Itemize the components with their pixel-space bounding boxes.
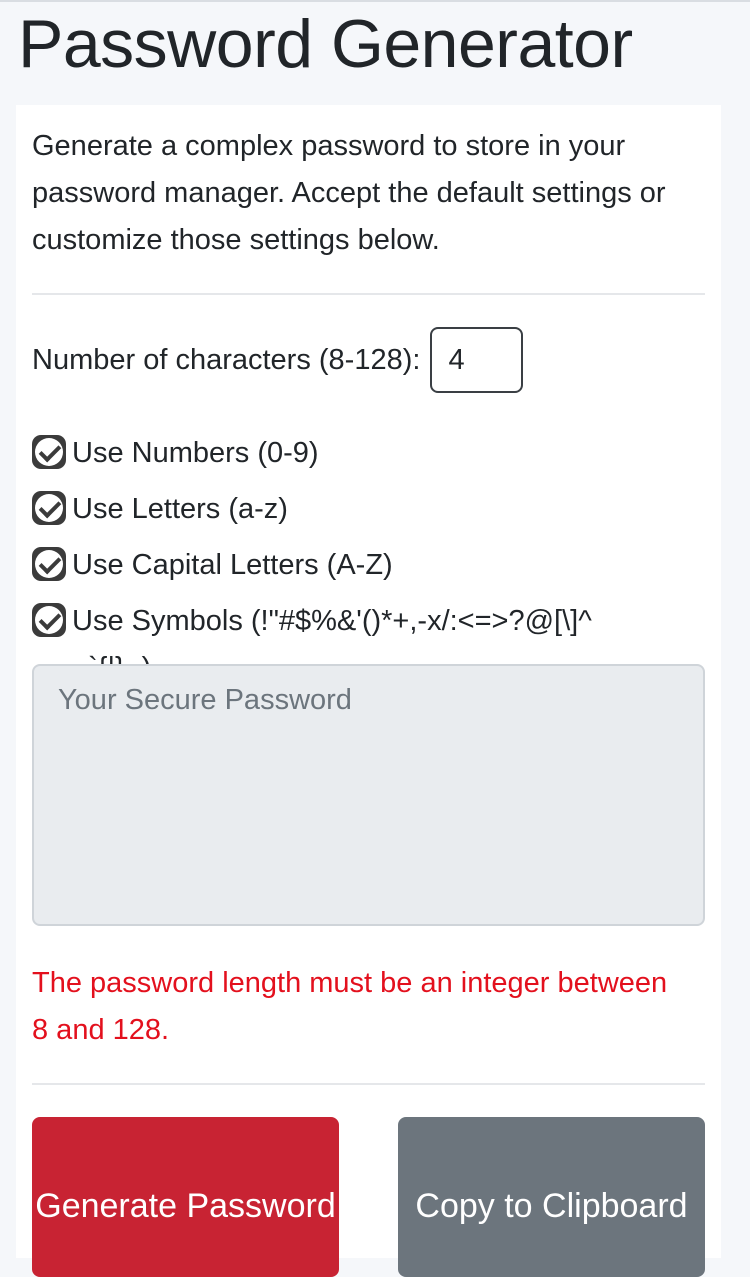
checkbox-checked-icon[interactable] bbox=[32, 491, 66, 525]
password-output[interactable] bbox=[32, 664, 705, 926]
copy-to-clipboard-button[interactable]: Copy to Clipboard bbox=[398, 1117, 705, 1277]
option-capitals-label: Use Capital Letters (A-Z) bbox=[72, 549, 393, 581]
generator-card: Generate a complex password to store in … bbox=[16, 105, 721, 1277]
option-letters-label: Use Letters (a-z) bbox=[72, 493, 288, 525]
length-row: Number of characters (8-128): bbox=[32, 327, 524, 393]
options-list: Use Numbers (0-9) Use Letters (a-z) Use … bbox=[32, 430, 712, 701]
intro-text: Generate a complex password to store in … bbox=[32, 130, 666, 256]
option-capitals[interactable]: Use Capital Letters (A-Z) bbox=[32, 542, 712, 589]
checkbox-checked-icon[interactable] bbox=[32, 603, 66, 637]
option-numbers[interactable]: Use Numbers (0-9) bbox=[32, 430, 712, 477]
length-input[interactable] bbox=[430, 327, 524, 393]
length-label: Number of characters (8-128): bbox=[32, 343, 421, 376]
top-rule bbox=[0, 0, 750, 2]
divider-top bbox=[32, 293, 705, 295]
page-title: Password Generator bbox=[18, 6, 633, 82]
checkbox-checked-icon[interactable] bbox=[32, 435, 66, 469]
divider-bottom bbox=[32, 1083, 705, 1085]
error-message: The password length must be an integer b… bbox=[32, 967, 668, 1046]
option-letters[interactable]: Use Letters (a-z) bbox=[32, 486, 712, 533]
checkbox-checked-icon[interactable] bbox=[32, 547, 66, 581]
option-numbers-label: Use Numbers (0-9) bbox=[72, 437, 319, 469]
generate-password-button[interactable]: Generate Password bbox=[32, 1117, 339, 1277]
